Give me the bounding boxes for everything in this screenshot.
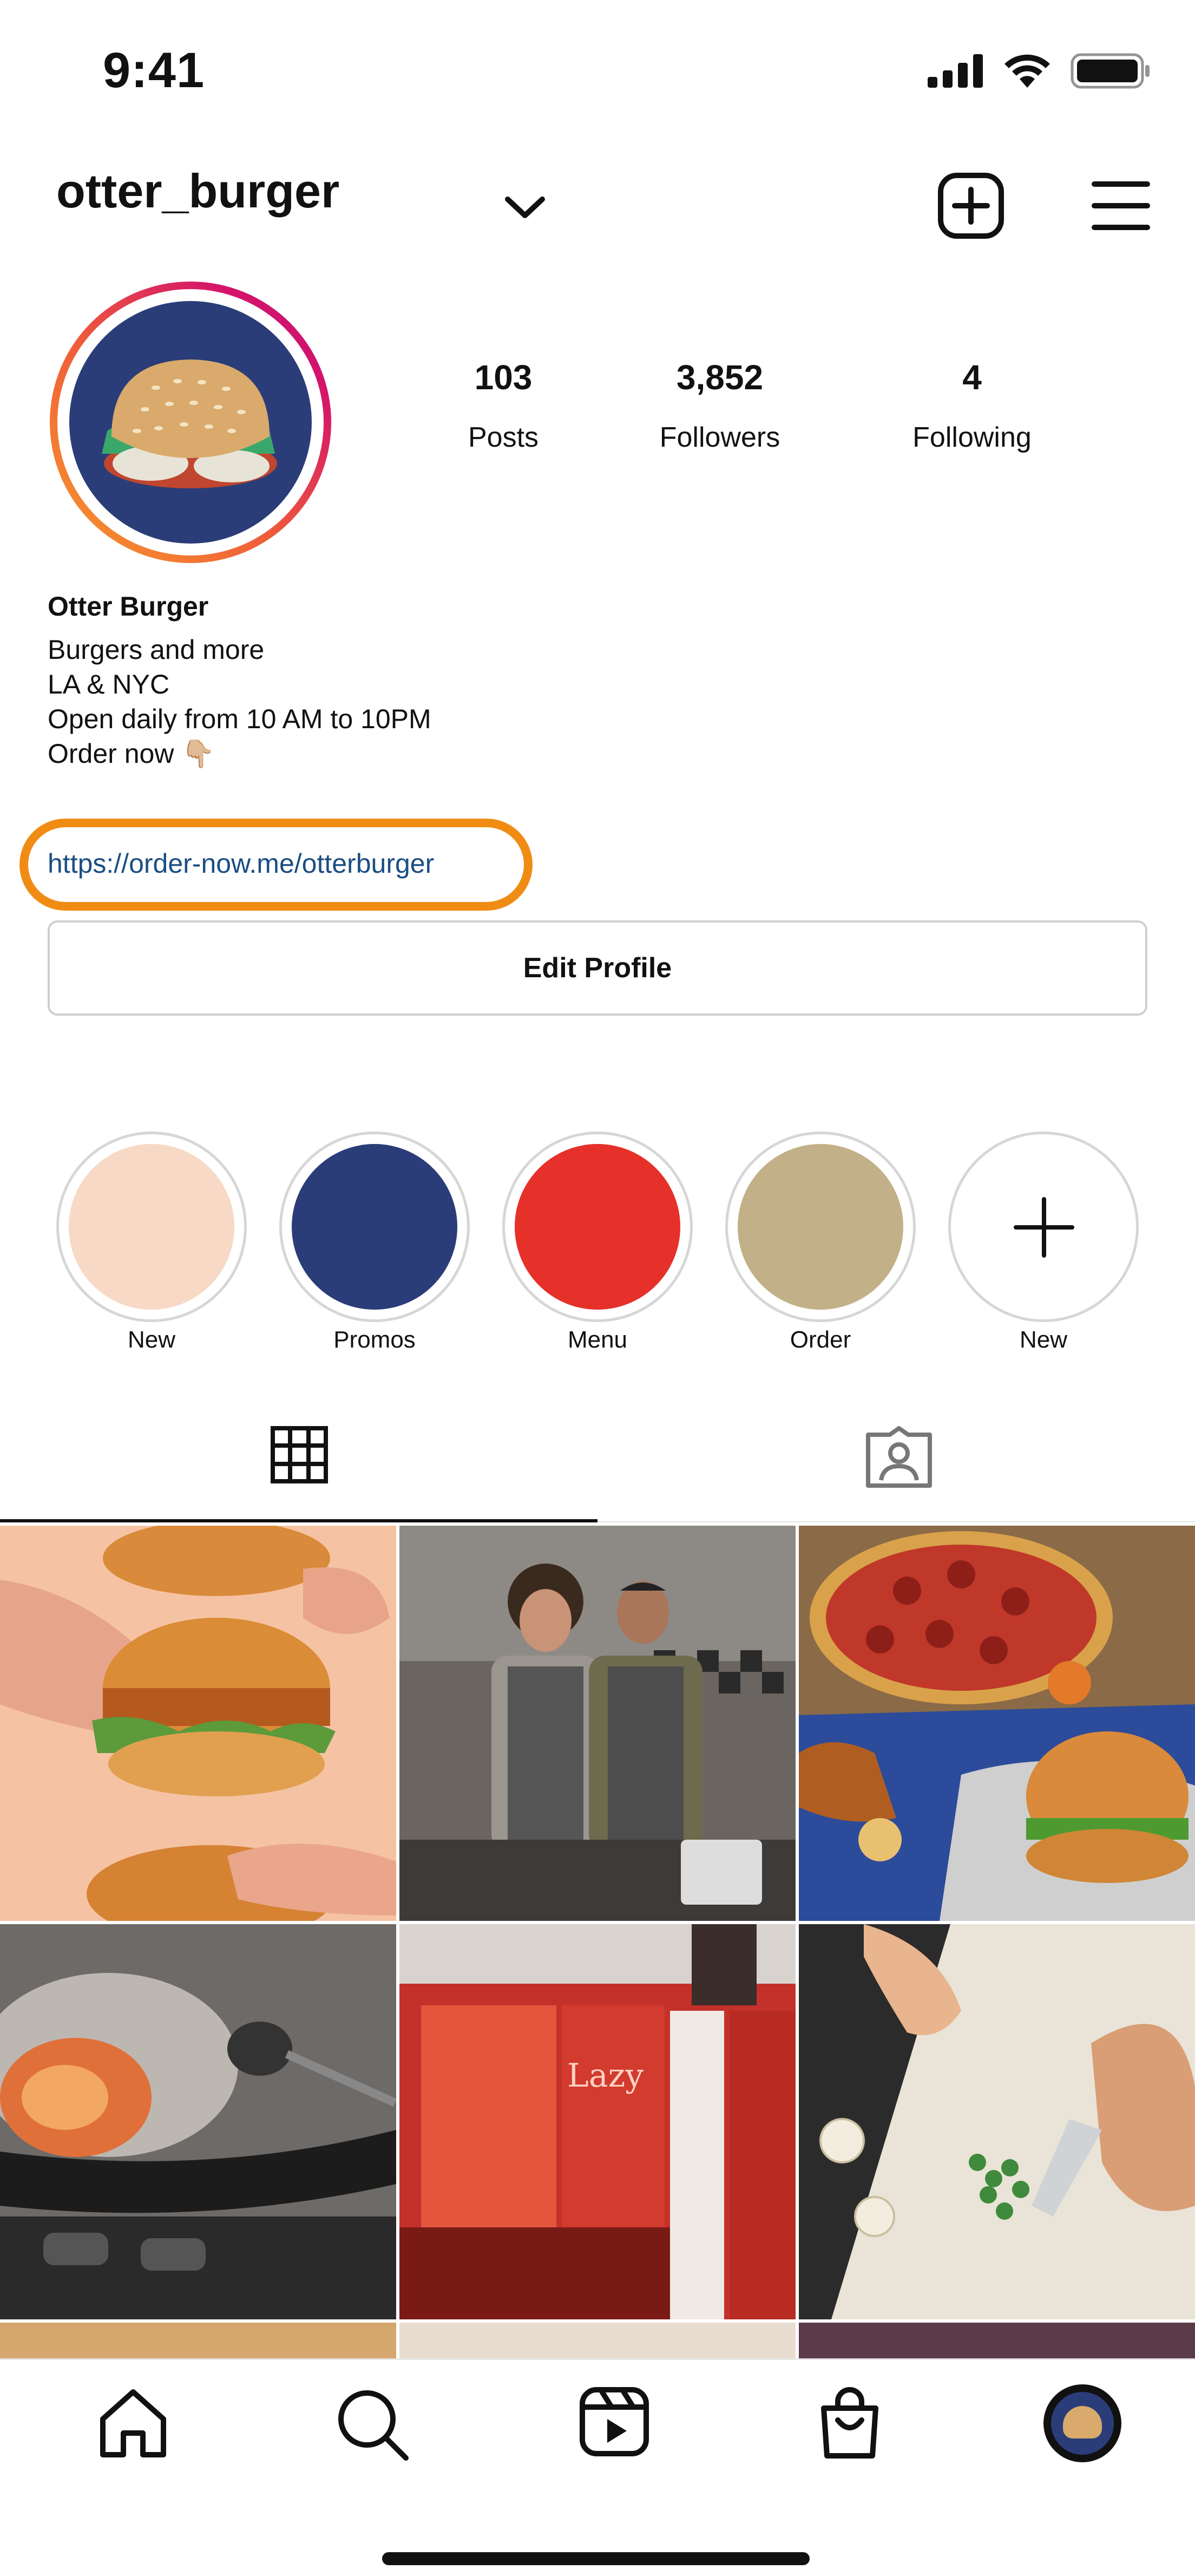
highlight-new[interactable] (56, 1132, 247, 1322)
stat-posts[interactable]: 103 Posts (406, 357, 601, 454)
bio-line: Order now 👇🏼 (48, 738, 215, 769)
post-thumbnail-burger-sandwiches[interactable] (0, 1526, 396, 1921)
post-image (0, 1924, 396, 2319)
cellular-signal-icon (928, 54, 983, 88)
post-thumbnail[interactable] (799, 2323, 1195, 2358)
stat-value: 3,852 (676, 358, 764, 397)
active-tab-indicator (0, 1519, 598, 1522)
highlight-cover (69, 1144, 234, 1310)
grid-icon[interactable] (271, 1426, 328, 1483)
stat-followers[interactable]: 3,852 Followers (622, 357, 817, 454)
highlight-cover (738, 1144, 903, 1310)
avatar-thumb (1051, 2392, 1114, 2455)
highlight-menu[interactable] (502, 1132, 693, 1322)
new-post-icon[interactable] (937, 172, 1004, 239)
bio-line: LA & NYC (48, 669, 170, 699)
status-time: 9:41 (103, 43, 205, 98)
profile-avatar[interactable] (1043, 2384, 1121, 2462)
profile-avatar (69, 301, 312, 544)
highlight-cover (292, 1144, 457, 1310)
highlight-promos[interactable] (279, 1132, 470, 1322)
highlight-order[interactable] (725, 1132, 916, 1322)
post-thumbnail-pizza-burger[interactable] (799, 1526, 1195, 1921)
stat-label: Posts (468, 422, 539, 453)
post-thumbnail[interactable] (399, 2323, 796, 2358)
tagged-icon[interactable] (865, 1426, 933, 1489)
plus-icon (1014, 1197, 1074, 1258)
post-image (799, 1924, 1195, 2319)
profile-bio: Otter Burger Burgers and more LA & NYC O… (48, 589, 431, 771)
search-icon[interactable] (334, 2387, 410, 2462)
highlight-cover (515, 1144, 680, 1310)
home-indicator (382, 2552, 810, 2565)
post-image: Lazy (399, 1924, 796, 2319)
post-thumbnail-wok-flames[interactable] (0, 1924, 396, 2319)
burger-logo-icon (1063, 2406, 1102, 2438)
wifi-icon (1004, 54, 1050, 88)
display-name: Otter Burger (48, 591, 209, 622)
bio-line: Open daily from 10 AM to 10PM (48, 704, 431, 734)
menu-icon[interactable] (1091, 180, 1151, 232)
stat-label: Following (912, 422, 1032, 453)
profile-username[interactable]: otter_burger (56, 164, 339, 219)
stat-label: Followers (659, 422, 780, 453)
profile-avatar-story-ring[interactable] (50, 282, 331, 563)
highlight-label: New (1019, 1326, 1068, 1353)
post-thumbnail[interactable] (0, 2323, 396, 2358)
stat-following[interactable]: 4 Following (875, 357, 1069, 454)
highlight-label: Menu (567, 1326, 628, 1353)
edit-profile-button[interactable]: Edit Profile (48, 920, 1147, 1016)
chevron-down-icon[interactable] (503, 194, 547, 221)
post-image (399, 1526, 796, 1921)
highlight-new-add[interactable] (948, 1132, 1139, 1322)
reels-icon[interactable] (579, 2387, 649, 2457)
burger-logo-icon (102, 359, 277, 488)
post-image (0, 1526, 396, 1921)
svg-text:Lazy: Lazy (567, 2057, 644, 2095)
bio-line: Burgers and more (48, 635, 265, 665)
post-thumbnail-chopping[interactable] (799, 1924, 1195, 2319)
shop-icon[interactable] (818, 2387, 881, 2460)
status-icons (928, 52, 1152, 90)
home-icon[interactable] (96, 2387, 170, 2460)
post-image (799, 1526, 1195, 1921)
profile-link[interactable]: https://order-now.me/otterburger (48, 848, 434, 879)
stat-value: 103 (474, 358, 533, 397)
battery-icon (1071, 53, 1150, 89)
post-thumbnail-lazy-storefront[interactable]: Lazy (399, 1924, 796, 2319)
post-thumbnail-chefs[interactable] (399, 1526, 796, 1921)
stat-value: 4 (962, 358, 982, 397)
highlight-label: Order (790, 1326, 851, 1353)
highlight-label: Promos (333, 1326, 416, 1353)
highlight-label: New (127, 1326, 176, 1353)
